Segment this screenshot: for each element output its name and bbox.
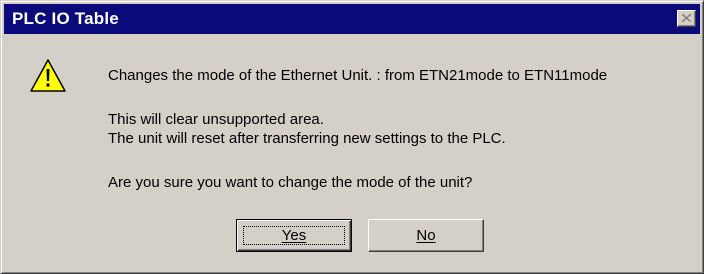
window-title: PLC IO Table (12, 9, 119, 28)
message-mode-change: Changes the mode of the Ethernet Unit. :… (108, 67, 608, 84)
title-bar[interactable]: PLC IO Table (4, 4, 700, 34)
message-unit-reset: The unit will reset after transferring n… (108, 130, 506, 147)
message-clear-area: This will clear unsupported area. (108, 111, 324, 128)
yes-button-label: Yes (281, 227, 307, 244)
close-button[interactable] (677, 10, 696, 27)
no-button[interactable]: No (368, 219, 484, 252)
yes-button[interactable]: Yes (236, 219, 352, 252)
message-confirm-question: Are you sure you want to change the mode… (108, 174, 473, 191)
plc-io-table-dialog: PLC IO Table Changes the mode of the Eth… (0, 0, 704, 274)
close-icon (682, 14, 691, 22)
warning-icon (30, 59, 66, 92)
no-button-label: No (416, 227, 436, 244)
